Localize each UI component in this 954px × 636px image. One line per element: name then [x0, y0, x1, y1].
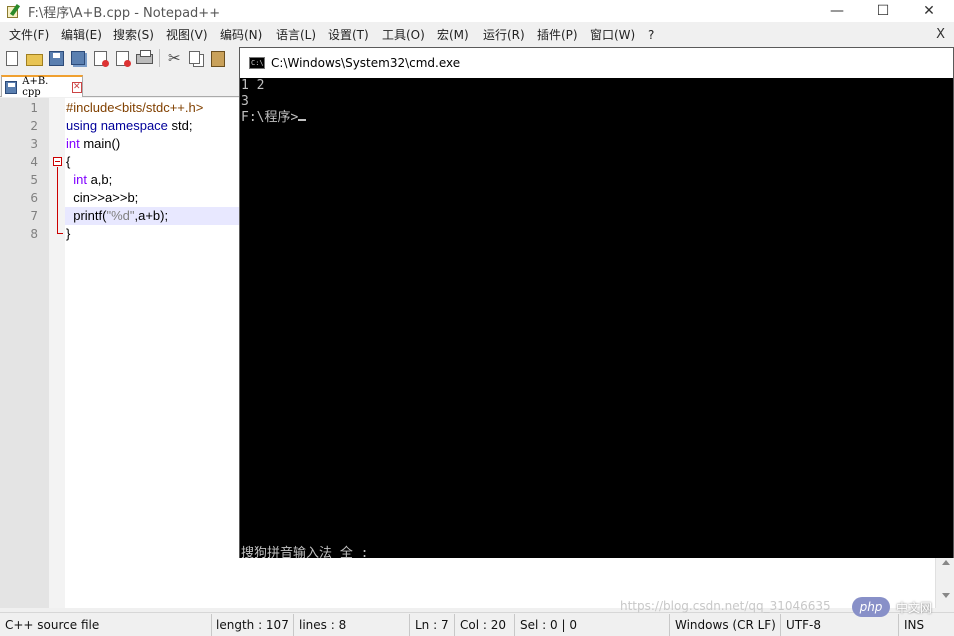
code-line: int a,b;: [66, 172, 113, 187]
ime-status-text: 搜狗拼音输入法 全 :: [241, 546, 369, 561]
menu-item[interactable]: 视图(V): [160, 25, 214, 45]
code-line: printf("%d",a+b);: [66, 208, 169, 223]
menu-item[interactable]: 搜索(S): [107, 25, 160, 45]
toolbar-separator: [159, 49, 160, 67]
maximize-icon: ☐: [876, 3, 890, 19]
cut-button[interactable]: ✂: [165, 49, 184, 68]
menu-item[interactable]: 运行(R): [477, 25, 531, 45]
copy-button[interactable]: [187, 49, 206, 68]
cmd-title-bar[interactable]: C:\ C:\Windows\System32\cmd.exe: [240, 48, 953, 78]
notepad-plus-plus-app-icon: [6, 3, 22, 18]
open-file-button[interactable]: [25, 49, 44, 68]
new-file-button[interactable]: [3, 49, 22, 68]
tab-label: A+B. cpp: [22, 76, 49, 98]
console-prompt-line: F:\程序>: [241, 110, 307, 126]
minimize-icon: —: [830, 3, 844, 19]
paste-icon: [211, 50, 225, 67]
cut-icon: ✂: [168, 48, 181, 67]
cmd-window[interactable]: C:\ C:\Windows\System32\cmd.exe 1 2 3 F:…: [239, 47, 954, 561]
code-line: cin>>a>>b;: [66, 190, 139, 205]
title-bar[interactable]: F:\程序\A+B.cpp - Notepad++ — ☐ ✕: [0, 0, 954, 22]
code-line: using namespace std;: [66, 118, 193, 133]
save-icon: [49, 50, 64, 66]
status-insert-mode[interactable]: INS: [899, 614, 945, 636]
fold-collapse-icon[interactable]: [53, 157, 62, 166]
status-filetype: C++ source file: [0, 613, 212, 636]
copy-icon: [189, 50, 200, 64]
line-number: 2: [30, 119, 38, 133]
line-number: 1: [30, 101, 38, 115]
line-number: 5: [30, 173, 38, 187]
menu-item[interactable]: 编辑(E): [55, 25, 108, 45]
close-file-button[interactable]: [91, 49, 110, 68]
line-number-gutter: 1 2 3 4 5 6 7 8: [0, 98, 49, 608]
close-document-icon[interactable]: X: [936, 25, 945, 45]
console-prompt: F:\程序>: [241, 110, 299, 125]
tab-a-plus-b-cpp[interactable]: A+B. cpp ✕: [1, 75, 83, 98]
menu-item[interactable]: 宏(M): [431, 25, 475, 45]
new-file-icon: [6, 50, 18, 66]
status-column: Col : 20: [455, 613, 515, 636]
print-button[interactable]: [135, 49, 154, 68]
line-number: 7: [30, 209, 38, 223]
line-number: 3: [30, 137, 38, 151]
notepad-plus-plus-window: F:\程序\A+B.cpp - Notepad++ — ☐ ✕ 文件(F) 编辑(…: [0, 0, 954, 636]
menu-item[interactable]: 设置(T): [322, 25, 375, 45]
close-window-button[interactable]: ✕: [906, 0, 952, 22]
document-tab-bar: A+B. cpp ✕: [0, 73, 240, 98]
close-all-button[interactable]: [113, 49, 132, 68]
paste-button[interactable]: [209, 49, 228, 68]
menu-item[interactable]: ?: [642, 25, 660, 45]
code-line: }: [66, 226, 71, 241]
status-selection: Sel : 0 | 0: [515, 613, 670, 636]
open-file-icon: [26, 53, 43, 66]
menu-item[interactable]: 编码(N): [214, 25, 268, 45]
status-encoding[interactable]: UTF-8: [781, 613, 899, 636]
maximize-button[interactable]: ☐: [860, 0, 906, 22]
status-eol[interactable]: Windows (CR LF): [670, 613, 781, 636]
menu-item[interactable]: 插件(P): [531, 25, 584, 45]
status-lines: lines : 8: [294, 613, 410, 636]
save-button[interactable]: [47, 49, 66, 68]
console-line: 1 2: [241, 78, 265, 93]
close-all-icon: [116, 50, 131, 67]
status-bar: C++ source file length : 107 lines : 8 L…: [0, 612, 954, 636]
menu-bar: 文件(F) 编辑(E) 搜索(S) 视图(V) 编码(N) 语言(L) 设置(T) 工具(O)…: [0, 25, 954, 45]
close-icon: ✕: [923, 3, 935, 19]
menu-item[interactable]: 工具(O): [376, 25, 431, 45]
text-cursor: [298, 119, 307, 121]
status-length: length : 107: [212, 613, 294, 636]
line-number: 4: [30, 155, 38, 169]
code-text-area[interactable]: #include<bits/stdc++.h> using namespace s…: [65, 98, 240, 608]
line-number: 8: [30, 227, 38, 241]
code-line: int main(): [66, 136, 121, 151]
fold-margin[interactable]: [49, 98, 65, 608]
console-line: 3: [241, 94, 249, 109]
line-number: 6: [30, 191, 38, 205]
fold-end-marker: [57, 233, 63, 234]
cmd-app-icon: C:\: [249, 57, 265, 69]
cmd-console-output[interactable]: 1 2 3 F:\程序> 搜狗拼音输入法 全 :: [240, 78, 953, 561]
menu-item[interactable]: 文件(F): [3, 25, 55, 45]
scroll-down-icon[interactable]: [942, 593, 950, 598]
menu-item[interactable]: 语言(L): [270, 25, 322, 45]
cmd-window-title: C:\Windows\System32\cmd.exe: [271, 56, 461, 70]
save-all-button[interactable]: [69, 49, 88, 68]
status-line-number: Ln : 7: [410, 613, 455, 636]
close-file-icon: [94, 50, 109, 67]
fold-line: [57, 167, 58, 233]
toolbar: ✂: [0, 46, 240, 70]
minimize-button[interactable]: —: [814, 0, 860, 22]
scroll-up-icon[interactable]: [942, 560, 950, 565]
menu-item[interactable]: 窗口(W): [584, 25, 641, 45]
save-all-icon: [71, 50, 85, 65]
code-line: {: [66, 154, 71, 169]
print-icon: [136, 49, 153, 64]
window-title: F:\程序\A+B.cpp - Notepad++: [28, 5, 221, 21]
code-line: #include<bits/stdc++.h>: [66, 100, 204, 115]
saved-file-icon: [5, 80, 18, 94]
close-tab-icon[interactable]: ✕: [71, 81, 82, 93]
